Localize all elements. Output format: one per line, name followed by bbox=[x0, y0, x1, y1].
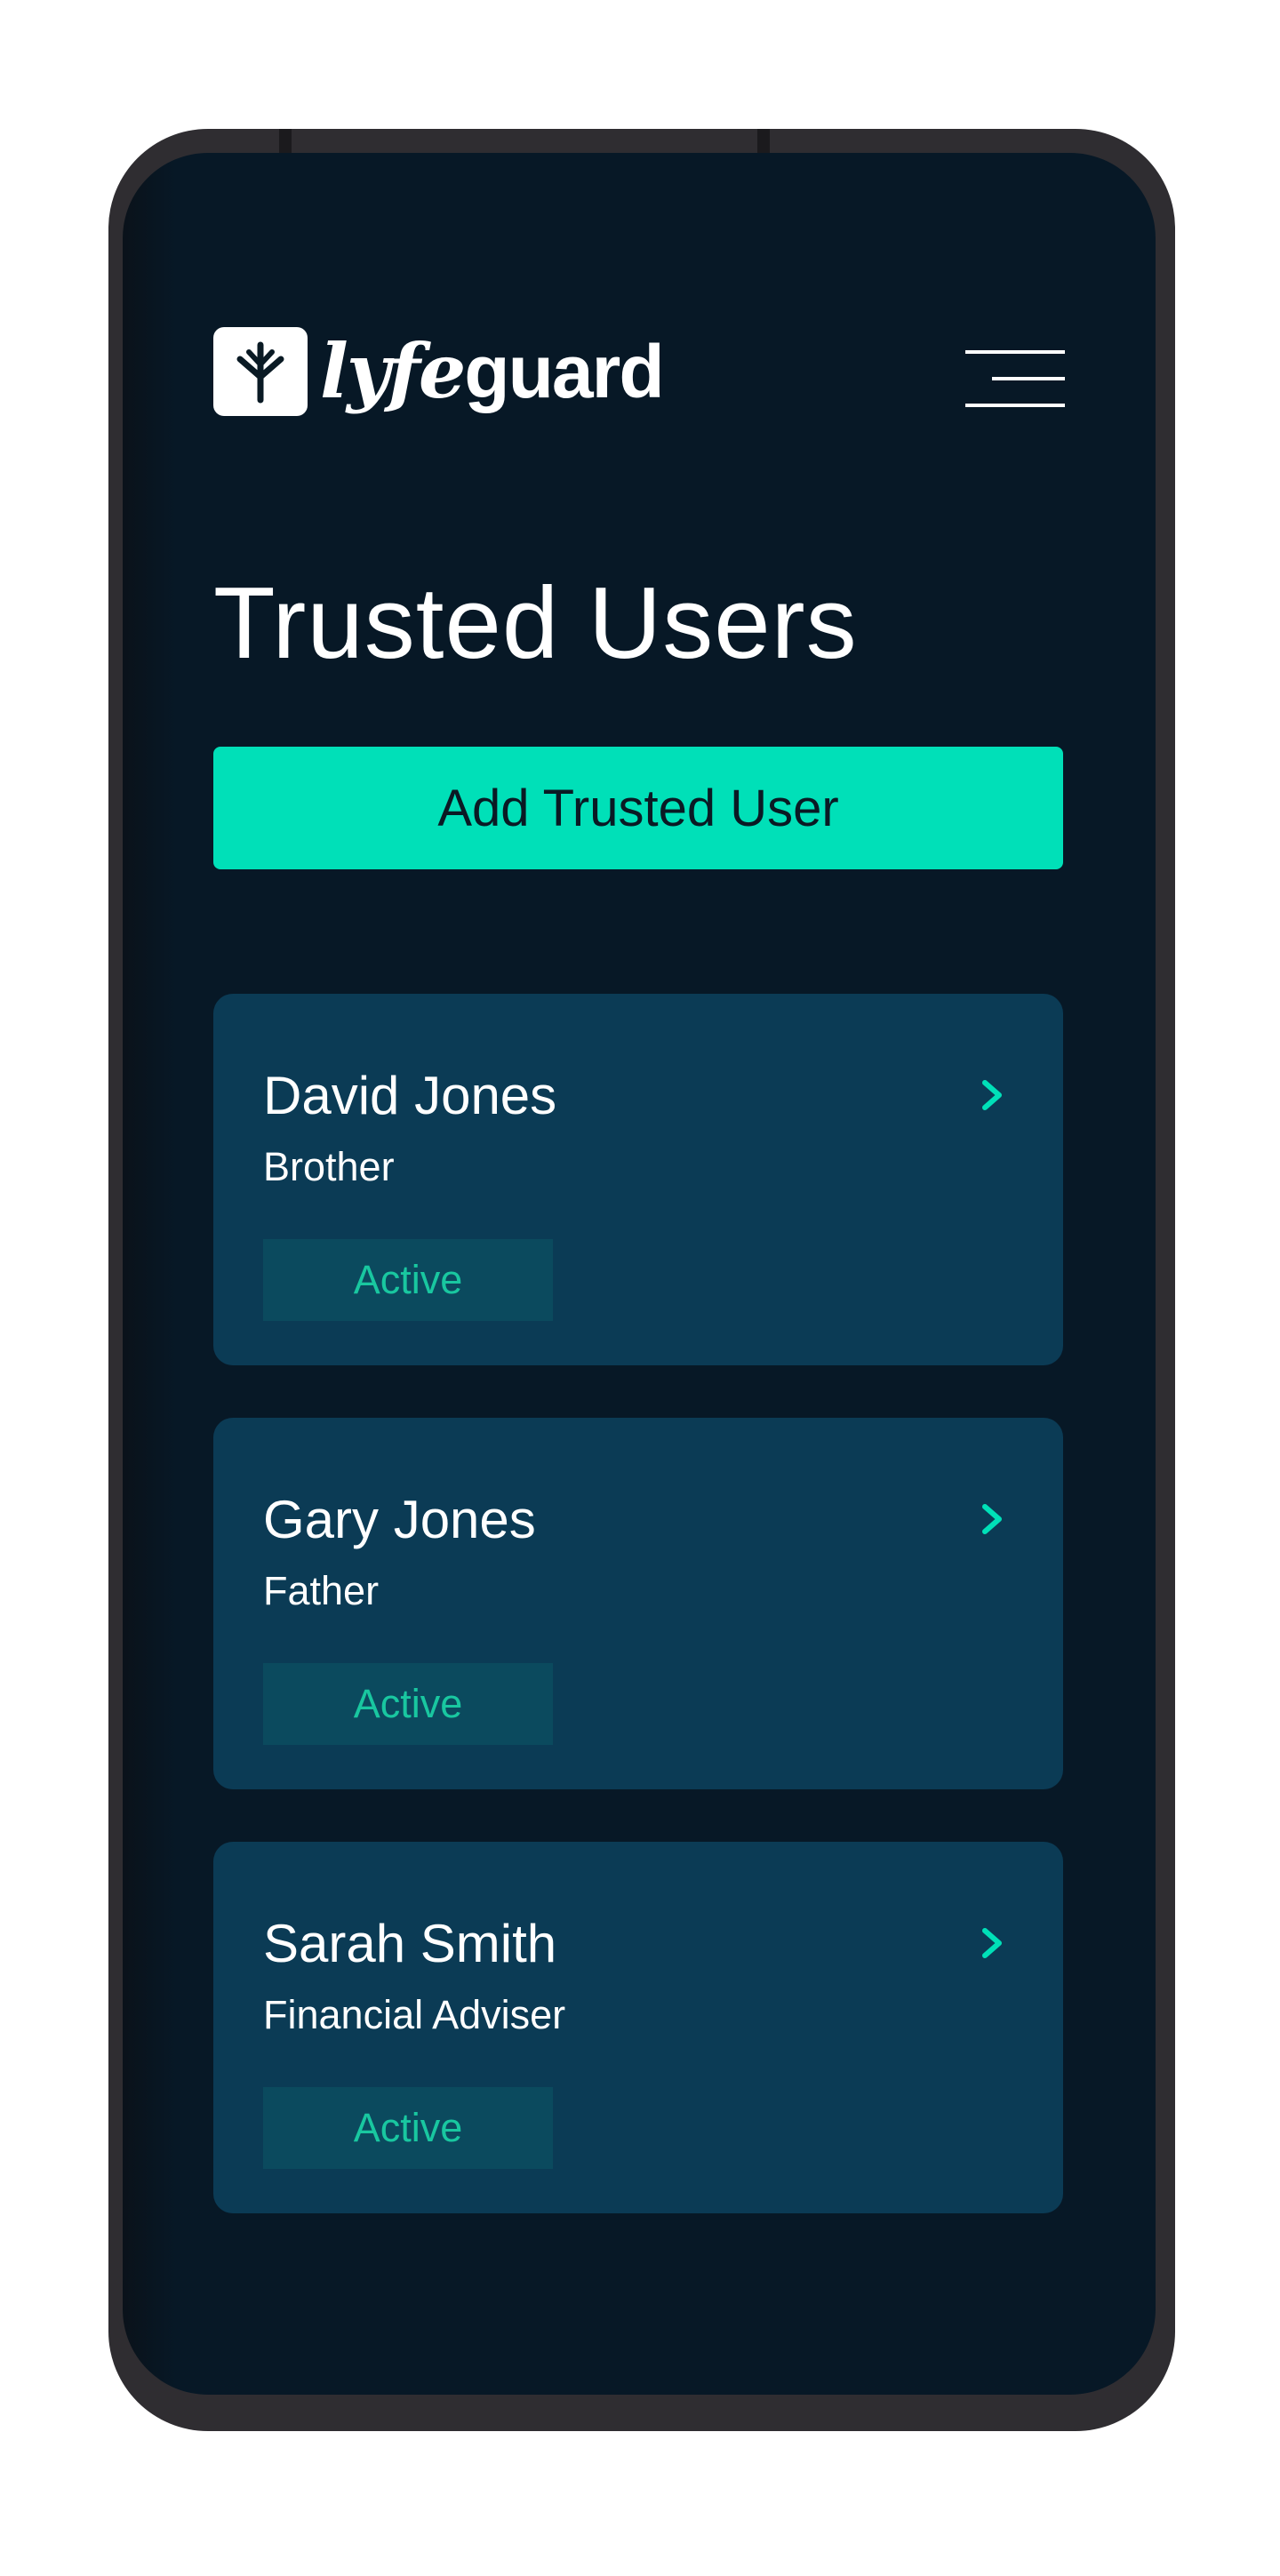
brand-logo[interactable]: lyfe guard bbox=[213, 327, 665, 416]
trusted-user-card[interactable]: Gary Jones Father Active bbox=[213, 1418, 1063, 1789]
add-trusted-user-button[interactable]: Add Trusted User bbox=[213, 747, 1063, 869]
phone-side-button bbox=[279, 129, 292, 156]
brand-wordmark: lyfe guard bbox=[320, 327, 665, 415]
menu-line bbox=[992, 377, 1065, 380]
chevron-right-icon[interactable] bbox=[974, 1501, 1010, 1537]
page-title: Trusted Users bbox=[213, 567, 858, 680]
app-screen: lyfe guard Trusted Users Add Trusted Use… bbox=[123, 153, 1156, 2395]
trusted-user-name: Sarah Smith bbox=[263, 1914, 557, 1973]
menu-line bbox=[965, 350, 1065, 354]
hamburger-menu-icon[interactable] bbox=[965, 340, 1065, 414]
trusted-user-relation: Father bbox=[263, 1568, 380, 1613]
tree-logo-icon bbox=[213, 327, 308, 416]
trusted-user-card[interactable]: Sarah Smith Financial Adviser Active bbox=[213, 1842, 1063, 2213]
status-badge: Active bbox=[263, 1239, 553, 1321]
chevron-right-icon[interactable] bbox=[974, 1925, 1010, 1961]
trusted-user-relation: Brother bbox=[263, 1144, 395, 1189]
chevron-right-icon[interactable] bbox=[974, 1077, 1010, 1113]
trusted-user-name: Gary Jones bbox=[263, 1490, 536, 1549]
trusted-user-relation: Financial Adviser bbox=[263, 1992, 566, 2037]
menu-line bbox=[965, 404, 1065, 407]
brand-prefix: lyfe bbox=[320, 327, 466, 415]
status-badge: Active bbox=[263, 1663, 553, 1745]
trusted-user-card[interactable]: David Jones Brother Active bbox=[213, 994, 1063, 1365]
phone-side-button bbox=[757, 129, 770, 156]
status-badge: Active bbox=[263, 2087, 553, 2169]
trusted-user-name: David Jones bbox=[263, 1066, 557, 1125]
brand-suffix: guard bbox=[464, 330, 664, 413]
app-header: lyfe guard bbox=[213, 327, 1065, 425]
